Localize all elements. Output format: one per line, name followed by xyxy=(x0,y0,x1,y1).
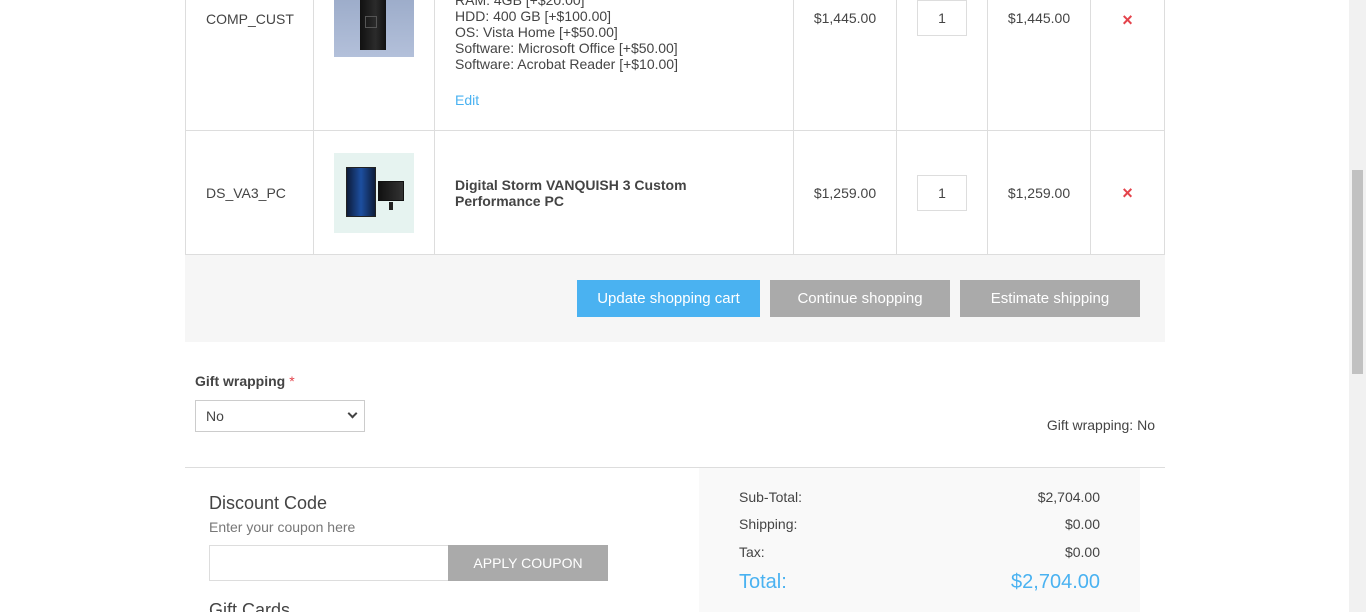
estimate-shipping-button[interactable]: Estimate shipping xyxy=(960,280,1140,317)
attribute-software-acrobat: Software: Acrobat Reader [+$10.00] xyxy=(455,56,678,72)
vertical-scrollbar[interactable] xyxy=(1349,0,1366,612)
picture-cell xyxy=(314,0,435,130)
product-cell: Digital Storm VANQUISH 3 Custom Performa… xyxy=(435,131,794,254)
remove-cell: × xyxy=(1091,131,1164,254)
subtotal-row: Sub-Total: $2,704.00 xyxy=(739,489,1100,505)
gift-wrapping-select[interactable]: No xyxy=(195,400,365,432)
shipping-row: Shipping: $0.00 xyxy=(739,516,1100,532)
gift-wrapping-label: Gift wrapping * xyxy=(195,373,295,389)
attribute-software-office: Software: Microsoft Office [+$50.00] xyxy=(455,40,678,56)
chevron-down-icon xyxy=(347,408,358,419)
picture-cell xyxy=(314,131,435,254)
gift-cards-title: Gift Cards xyxy=(209,600,291,612)
order-totals: Sub-Total: $2,704.00 Shipping: $0.00 Tax… xyxy=(699,468,1140,612)
sku: DS_VA3_PC xyxy=(206,184,286,201)
coupon-input[interactable] xyxy=(209,545,449,581)
discount-title: Discount Code xyxy=(209,493,328,513)
product-image[interactable] xyxy=(334,0,414,57)
shipping-amount: $0.00 xyxy=(1064,516,1100,532)
subtotal-label: Sub-Total: xyxy=(739,489,803,505)
shipping-label: Shipping: xyxy=(739,516,798,532)
cart-actions: Update shopping cart Continue shopping E… xyxy=(185,255,1165,342)
remove-icon[interactable]: × xyxy=(1122,184,1133,202)
attribute-hdd: HDD: 400 GB [+$100.00] xyxy=(455,8,612,24)
sku-cell: COMP_CUST xyxy=(186,0,314,130)
unit-price-value: $1,259.00 xyxy=(813,184,877,201)
total-amount: $2,704.00 xyxy=(1011,571,1100,593)
apply-coupon-button[interactable]: APPLY COUPON xyxy=(448,545,608,581)
subtotal: $1,259.00 xyxy=(988,131,1091,254)
continue-shopping-button[interactable]: Continue shopping xyxy=(770,280,950,317)
scrollbar-thumb[interactable] xyxy=(1352,170,1363,374)
subtotal: $1,445.00 xyxy=(988,0,1091,130)
subtotal-value: $1,445.00 xyxy=(1007,10,1071,26)
quantity-cell: 1 xyxy=(897,131,988,254)
remove-icon[interactable]: × xyxy=(1122,11,1133,29)
edit-link[interactable]: Edit xyxy=(455,92,479,108)
quantity-cell: 1 xyxy=(897,0,988,130)
tax-row: Tax: $0.00 xyxy=(739,544,1100,560)
product-image[interactable] xyxy=(334,152,414,233)
sku: COMP_CUST xyxy=(206,11,294,27)
total-row: Total: $2,704.00 xyxy=(739,571,1100,594)
product-name-line: Performance PC xyxy=(455,192,564,209)
subtotal-amount: $2,704.00 xyxy=(1037,489,1100,505)
cart-table: COMP_CUST RAM: 4GB [+$20.00] HDD: 400 GB… xyxy=(185,0,1165,255)
required-mark: * xyxy=(289,373,295,389)
sku-cell: DS_VA3_PC xyxy=(186,131,314,254)
gift-wrapping-selected: No xyxy=(206,408,224,424)
tax-amount: $0.00 xyxy=(1064,544,1100,560)
unit-price: $1,259.00 xyxy=(794,131,897,254)
product-name-link[interactable]: Digital Storm VANQUISH 3 Custom Performa… xyxy=(455,177,687,209)
table-row: COMP_CUST RAM: 4GB [+$20.00] HDD: 400 GB… xyxy=(185,0,1165,131)
attribute-os: OS: Vista Home [+$50.00] xyxy=(455,24,618,40)
unit-price: $1,445.00 xyxy=(794,0,897,130)
gift-wrapping-label-text: Gift wrapping xyxy=(195,373,286,389)
product-name-line: Digital Storm VANQUISH 3 Custom xyxy=(455,176,687,193)
attribute-ram: RAM: 4GB [+$20.00] xyxy=(455,0,585,8)
table-row: DS_VA3_PC Digital Storm VANQUISH 3 Custo… xyxy=(185,131,1165,255)
discount-hint: Enter your coupon here xyxy=(209,519,356,535)
quantity-input[interactable]: 1 xyxy=(917,0,967,36)
product-attributes: RAM: 4GB [+$20.00] HDD: 400 GB [+$100.00… xyxy=(455,0,678,72)
subtotal-value: $1,259.00 xyxy=(1007,184,1071,201)
remove-cell: × xyxy=(1091,0,1164,130)
quantity-input[interactable]: 1 xyxy=(917,174,967,211)
update-cart-button[interactable]: Update shopping cart xyxy=(577,280,760,317)
gift-wrapping-summary: Gift wrapping: No xyxy=(1046,417,1155,433)
product-cell: RAM: 4GB [+$20.00] HDD: 400 GB [+$100.00… xyxy=(435,0,794,130)
unit-price-value: $1,445.00 xyxy=(813,10,877,26)
total-label: Total: xyxy=(739,571,787,593)
tax-label: Tax: xyxy=(739,544,765,560)
